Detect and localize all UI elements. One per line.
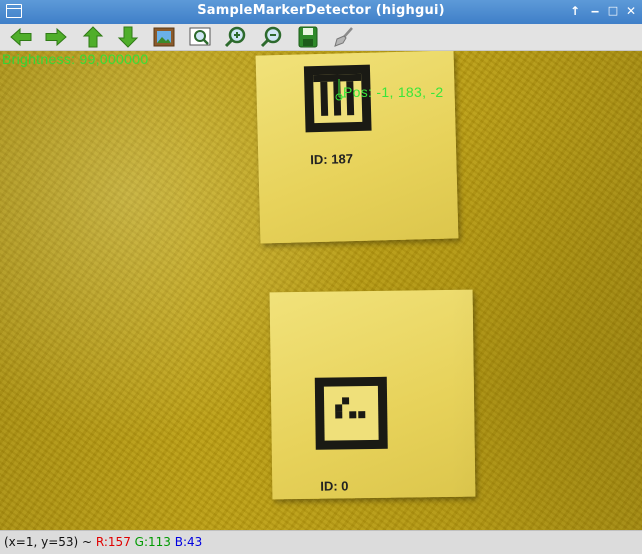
- sticky-note: ID: 187: [255, 51, 459, 244]
- title-bar: SampleMarkerDetector (highgui) ↑ ‒ □ ✕: [0, 0, 642, 24]
- pan-right-button[interactable]: [44, 26, 68, 48]
- marker-id-label: ID: 0: [320, 478, 349, 494]
- green-value: G:113: [134, 535, 171, 549]
- save-icon: [298, 26, 318, 48]
- brightness-readout: Brightness: 99,000000: [2, 51, 149, 67]
- arrow-down-icon: [117, 26, 139, 48]
- status-bar: (x=1, y=53) ~ R:157 G:113 B:43: [0, 530, 642, 554]
- window-title: SampleMarkerDetector (highgui): [197, 3, 445, 18]
- picture-icon: [153, 27, 175, 47]
- red-value: R:157: [95, 535, 131, 549]
- zoom-in-icon: [224, 26, 246, 48]
- toolbar: [0, 24, 642, 51]
- minimize-button[interactable]: ‒: [587, 3, 603, 19]
- close-button[interactable]: ✕: [623, 3, 639, 19]
- blue-value: B:43: [174, 535, 203, 549]
- arrow-right-icon: [45, 27, 67, 47]
- pan-up-button[interactable]: [81, 26, 105, 48]
- cursor-coordinates: (x=1, y=53) ~: [4, 535, 96, 549]
- zoom-out-icon: [260, 26, 282, 48]
- save-button[interactable]: [296, 26, 320, 48]
- zoom-out-button[interactable]: [260, 26, 284, 48]
- arrow-up-icon: [82, 26, 104, 48]
- arrow-left-icon: [10, 27, 32, 47]
- camera-view[interactable]: ID: 187 ID: 0 Brightness: 99,000000 Pos:…: [0, 51, 642, 530]
- zoom-original-button[interactable]: [188, 26, 212, 48]
- pan-left-button[interactable]: [9, 26, 33, 48]
- zoom-in-button[interactable]: [224, 26, 248, 48]
- marker-position-readout: Pos: -1, 183, -2: [343, 84, 444, 100]
- properties-button[interactable]: [332, 26, 356, 48]
- pan-down-button[interactable]: [116, 26, 140, 48]
- keep-above-icon[interactable]: ↑: [567, 3, 583, 19]
- zoom-original-icon: [189, 27, 211, 46]
- maximize-button[interactable]: □: [605, 3, 621, 19]
- marker-id-label: ID: 187: [310, 151, 354, 168]
- aruco-marker: [314, 376, 388, 450]
- zoom-fit-button[interactable]: [152, 26, 176, 48]
- brush-icon: [334, 27, 353, 47]
- sticky-note: ID: 0: [269, 289, 476, 500]
